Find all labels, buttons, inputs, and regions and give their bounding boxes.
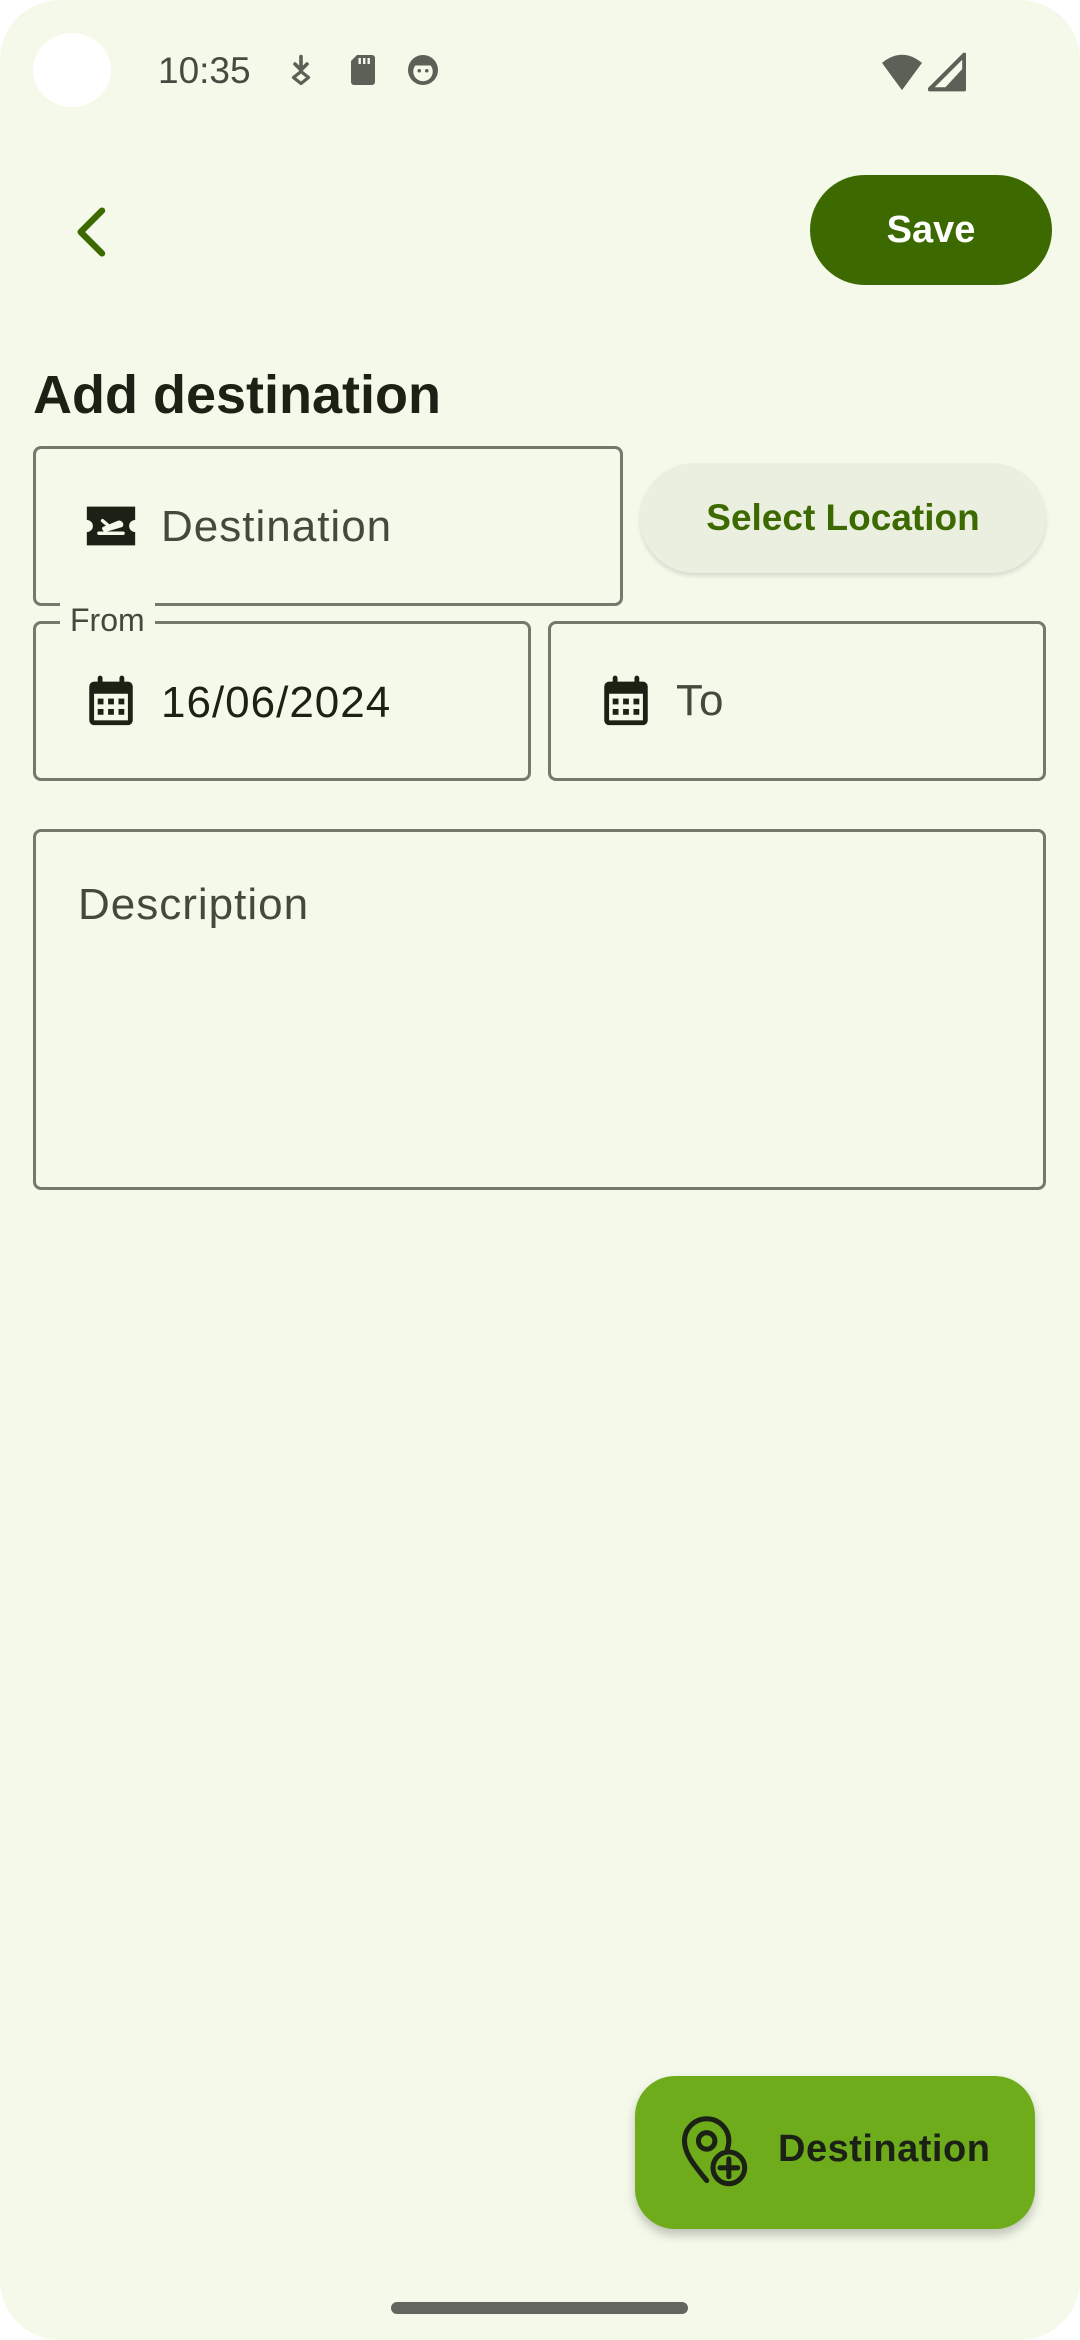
to-date-placeholder: To	[676, 676, 725, 725]
chevron-left-icon[interactable]	[62, 200, 126, 264]
camera-cutout	[33, 33, 111, 107]
from-date-field[interactable]: From 16/06/2024	[33, 602, 531, 781]
destination-field[interactable]: Destination	[33, 446, 623, 606]
from-date-value: 16/06/2024	[161, 678, 392, 727]
description-placeholder: Description	[78, 880, 310, 929]
select-location-button[interactable]: Select Location	[640, 463, 1046, 573]
status-time: 10:35	[158, 50, 251, 91]
sd-card-icon	[351, 55, 375, 85]
description-field[interactable]: Description	[33, 829, 1046, 1190]
screen: 10:35 Save Add destination Destination S…	[0, 0, 1080, 2340]
from-label: From	[60, 602, 155, 639]
wifi-icon	[882, 54, 922, 91]
save-button[interactable]: Save	[810, 175, 1052, 285]
home-indicator[interactable]	[391, 2302, 688, 2314]
fab-label: Destination	[778, 2128, 991, 2170]
flight-ticket-icon	[86, 506, 136, 546]
destination-placeholder: Destination	[161, 502, 393, 551]
add-destination-fab[interactable]: Destination	[635, 2076, 1035, 2229]
add-location-icon	[681, 2116, 748, 2187]
to-date-field[interactable]: To	[548, 621, 1046, 781]
status-bar: 10:35	[0, 0, 1080, 140]
page-title: Add destination	[33, 365, 441, 425]
calendar-icon	[604, 675, 648, 726]
top-app-bar: Save	[0, 175, 1080, 285]
cell-signal-icon	[928, 52, 966, 92]
android-head-icon	[408, 55, 438, 85]
calendar-icon	[89, 675, 133, 726]
download-icon	[291, 54, 311, 86]
